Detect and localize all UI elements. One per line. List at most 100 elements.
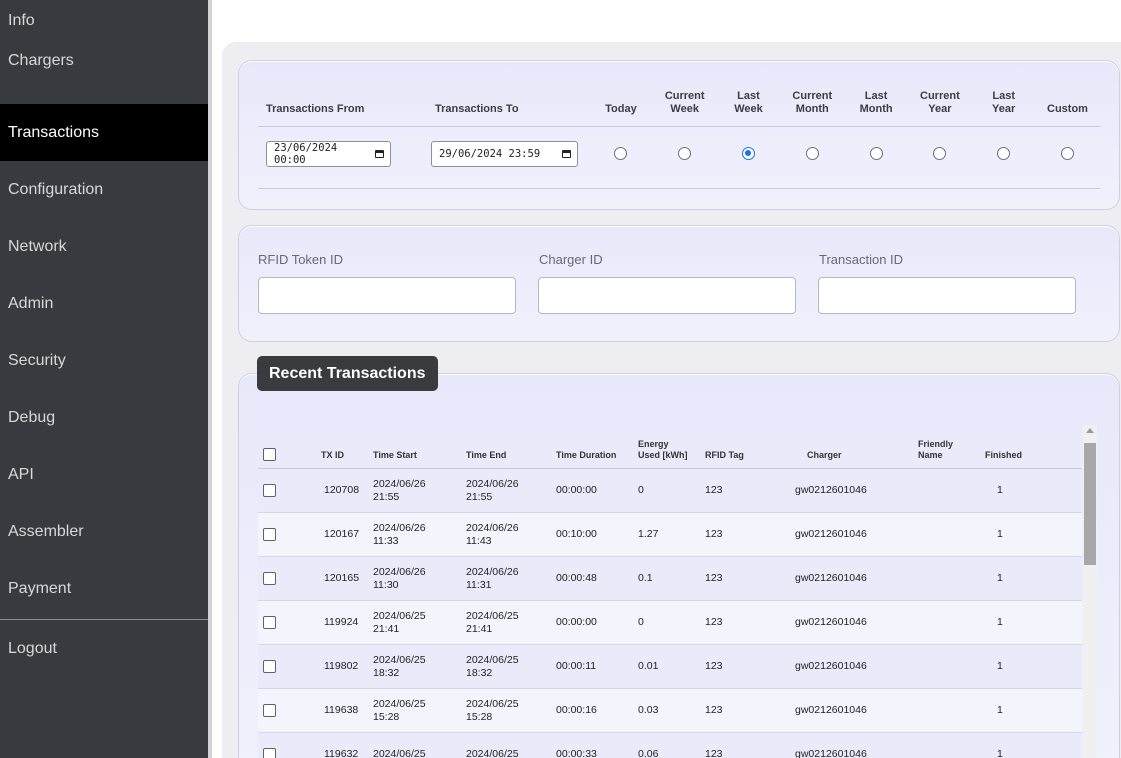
sidebar-item-payment[interactable]: Payment <box>0 560 208 617</box>
row-checkbox-cell <box>258 572 303 585</box>
sidebar-item-label: Debug <box>8 408 56 426</box>
calendar-icon[interactable] <box>375 149 384 158</box>
sidebar-item-chargers[interactable]: Chargers <box>0 46 208 104</box>
sidebar: Info Chargers Transactions Configuration… <box>0 0 208 758</box>
rfid-token-input[interactable] <box>258 277 516 314</box>
cell-time-start: 2024/06/26 21:55 <box>373 477 426 503</box>
row-checkbox[interactable] <box>263 572 276 585</box>
col-time-start[interactable]: Time Start <box>373 450 466 461</box>
charger-id-input[interactable] <box>538 277 796 314</box>
cell-tx-id: 119632 <box>324 748 359 758</box>
transactions-to-label: Transactions To <box>435 103 519 115</box>
col-rfid-tag[interactable]: RFID Tag <box>705 450 795 461</box>
sidebar-item-label: Payment <box>8 579 72 597</box>
radio-current-week[interactable] <box>678 147 692 160</box>
cell-energy: 0.06 <box>638 748 659 758</box>
cell-duration: 00:10:00 <box>556 528 597 540</box>
cell-energy: 1.27 <box>638 528 659 540</box>
cell-rfid: 123 <box>705 616 723 628</box>
sidebar-item-configuration[interactable]: Configuration <box>0 161 208 218</box>
col-friendly-name[interactable]: Friendly Name <box>900 439 985 461</box>
row-checkbox[interactable] <box>263 528 276 541</box>
cell-time-end: 2024/06/25 18:32 <box>466 653 519 679</box>
cell-time-start: 2024/06/26 11:33 <box>373 521 426 547</box>
scroll-thumb[interactable] <box>1084 443 1096 565</box>
date-filter-controls: 23/06/2024 00:00 29/06/2024 23:59 <box>258 127 1100 189</box>
transactions-to-input[interactable]: 29/06/2024 23:59 <box>431 140 578 167</box>
col-tx-id[interactable]: TX ID <box>303 450 373 461</box>
row-checkbox-cell <box>258 616 303 629</box>
logout-button[interactable]: Logout <box>0 620 208 677</box>
cell-tx-id: 120708 <box>324 484 360 496</box>
sidebar-item-security[interactable]: Security <box>0 332 208 389</box>
radio-last-year[interactable] <box>997 147 1011 160</box>
col-energy-used[interactable]: Energy Used [kWh] <box>638 439 705 461</box>
range-label-last-month: Last Month <box>859 90 893 115</box>
cell-finished: 1 <box>997 660 1003 672</box>
transactions-from-label: Transactions From <box>266 103 365 115</box>
table-row[interactable]: 119802 2024/06/25 18:32 2024/06/25 18:32 00:0… <box>258 645 1082 689</box>
calendar-icon[interactable] <box>562 149 571 158</box>
col-finished[interactable]: Finished <box>985 450 1045 461</box>
table-row[interactable]: 120167 2024/06/26 11:33 2024/06/26 11:43 00:1… <box>258 513 1082 557</box>
sidebar-item-admin[interactable]: Admin <box>0 275 208 332</box>
cell-energy: 0.01 <box>638 660 659 672</box>
col-time-duration[interactable]: Time Duration <box>556 450 638 461</box>
date-filter-header: Transactions From Transactions To Today … <box>258 80 1100 127</box>
range-label-last-year: Last Year <box>992 90 1016 115</box>
radio-custom[interactable] <box>1060 147 1074 160</box>
sidebar-item-debug[interactable]: Debug <box>0 389 208 446</box>
cell-tx-id: 119638 <box>324 704 359 716</box>
cell-finished: 1 <box>997 484 1003 496</box>
table-row[interactable]: 120165 2024/06/26 11:30 2024/06/26 11:31 00:0… <box>258 557 1082 601</box>
sidebar-item-network[interactable]: Network <box>0 218 208 275</box>
col-charger[interactable]: Charger <box>795 450 900 461</box>
transactions-from-input[interactable]: 23/06/2024 00:00 <box>266 140 391 167</box>
table-header: TX ID Time Start Time End Time Duration … <box>258 425 1082 469</box>
range-cell-last-month <box>844 147 908 160</box>
range-cell-current-week <box>653 147 717 160</box>
scroll-up-arrow-icon[interactable] <box>1086 428 1094 433</box>
sidebar-item-api[interactable]: API <box>0 446 208 503</box>
range-cell-custom <box>1036 147 1100 160</box>
transaction-id-label: Transaction ID <box>819 252 904 267</box>
cell-time-start: 2024/06/25 18:32 <box>373 653 426 679</box>
cell-charger: gw0212601046 <box>795 572 867 584</box>
cell-tx-id: 120167 <box>324 528 360 540</box>
table-row[interactable]: 120708 2024/06/26 21:55 2024/06/26 21:55 00:0… <box>258 469 1082 513</box>
cell-duration: 00:00:00 <box>556 616 597 628</box>
radio-current-year[interactable] <box>933 147 947 160</box>
range-label-current-week: Current Week <box>664 90 705 115</box>
row-checkbox[interactable] <box>263 660 276 673</box>
cell-duration: 00:00:33 <box>556 748 597 758</box>
table-row[interactable]: 119632 2024/06/25 2024/06/25 00:00:33 0.06 12… <box>258 733 1082 758</box>
table-row[interactable]: 119638 2024/06/25 15:28 2024/06/25 15:28 00:0… <box>258 689 1082 733</box>
cell-time-end: 2024/06/26 11:31 <box>466 565 519 591</box>
row-checkbox[interactable] <box>263 748 276 758</box>
range-cell-current-month <box>780 147 844 160</box>
radio-current-month[interactable] <box>805 147 819 160</box>
cell-energy: 0.1 <box>638 572 653 584</box>
cell-charger: gw0212601046 <box>795 616 867 628</box>
transaction-id-input[interactable] <box>818 277 1076 314</box>
radio-last-month[interactable] <box>869 147 883 160</box>
cell-rfid: 123 <box>705 572 723 584</box>
row-checkbox[interactable] <box>263 484 276 497</box>
row-checkbox[interactable] <box>263 704 276 717</box>
select-all-checkbox[interactable] <box>263 448 276 461</box>
cell-charger: gw0212601046 <box>795 748 867 758</box>
table-row[interactable]: 119924 2024/06/25 21:41 2024/06/25 21:41 00:0… <box>258 601 1082 645</box>
sidebar-item-info[interactable]: Info <box>0 0 208 32</box>
radio-last-week[interactable] <box>741 147 755 160</box>
cell-rfid: 123 <box>705 484 723 496</box>
sidebar-item-assembler[interactable]: Assembler <box>0 503 208 560</box>
cell-energy: 0 <box>638 616 644 628</box>
row-checkbox[interactable] <box>263 616 276 629</box>
radio-today[interactable] <box>614 147 628 160</box>
row-checkbox-cell <box>258 748 303 758</box>
sidebar-item-transactions[interactable]: Transactions <box>0 104 208 161</box>
range-label-current-year: Current Year <box>920 90 960 115</box>
cell-tx-id: 119802 <box>324 660 359 672</box>
cell-time-end: 2024/06/25 <box>466 748 519 758</box>
col-time-end[interactable]: Time End <box>466 450 556 461</box>
